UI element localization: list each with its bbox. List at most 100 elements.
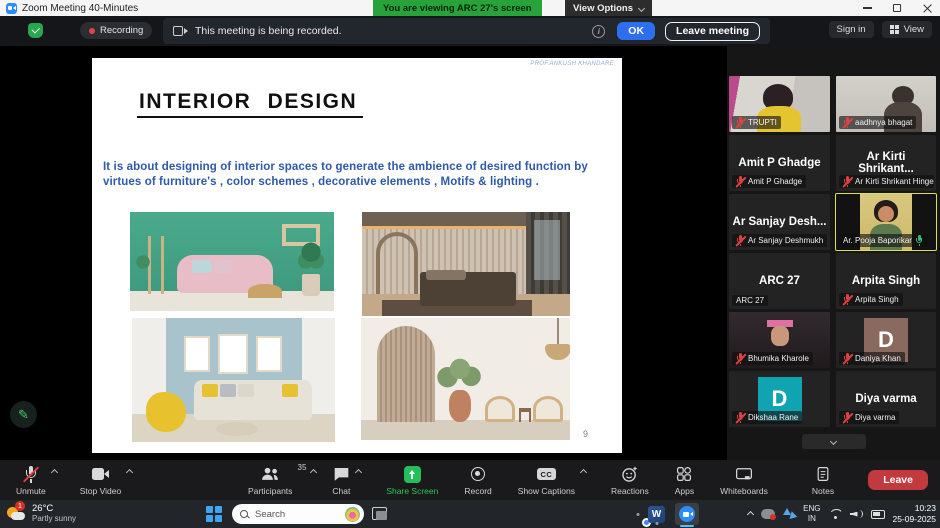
info-icon[interactable]: i [592,25,605,38]
hidden-icons-chevron-icon[interactable] [747,510,754,517]
recording-notice-bar: This meeting is being recorded. i OK Lea… [163,18,770,44]
slide-image-white-room [361,318,570,440]
word-app-button[interactable]: W [648,506,665,523]
weather-widget[interactable]: 1 26°C Partly sunny [6,503,76,524]
search-placeholder: Search [255,509,339,520]
chevron-down-icon [638,4,645,11]
apps-icon [676,466,692,482]
unmute-button[interactable]: Unmute [16,465,46,496]
participant-tile-ar-sanjay[interactable]: Ar Sanjay Desh... Ar Sanjay Deshmukh [729,194,830,250]
muted-mic-icon [843,412,852,423]
participant-name: Amit P Ghadge [748,177,802,186]
system-tray: ENGIN 10:23 25-09-2025 [748,500,936,528]
mic-on-icon [915,235,924,246]
recording-dot-icon [89,28,95,34]
recording-notice-text: This meeting is being recorded. [195,25,342,37]
participant-name: aadhnya bhagat [855,118,912,127]
show-captions-button[interactable]: CC Show Captions [518,465,575,496]
chat-options-chevron-icon[interactable] [355,469,362,476]
tray-recording-icon[interactable] [761,509,775,519]
notes-label: Notes [812,486,834,496]
annotate-pencil-button[interactable]: ✎ [10,401,37,428]
participant-tile-aadhnya-bhagat[interactable]: aadhnya bhagat [836,76,936,132]
participant-tile-ar-pooja-active-speaker[interactable]: Ar. Pooja Baporikar [836,194,936,250]
participant-tile-dikshaa-rane[interactable]: D Dikshaa Rane [729,371,830,427]
clock-widget[interactable]: 10:23 25-09-2025 [893,503,936,524]
captions-options-chevron-icon[interactable] [580,469,587,476]
slide-body-text: It is about designing of interior spaces… [103,160,613,191]
participants-options-chevron-icon[interactable] [310,469,317,476]
participants-label: Participants [248,486,292,496]
notes-icon [816,466,830,482]
more-participants-button[interactable] [802,434,866,449]
pencil-icon: ✎ [18,407,29,423]
participant-tile-trupti[interactable]: TRUPTI [729,76,830,132]
sign-in-button[interactable]: Sign in [829,21,874,38]
zoom-meeting-window: Zoom Meeting 40-Minutes You are viewing … [0,0,940,528]
search-highlight-icon[interactable] [345,507,360,522]
leave-button[interactable]: Leave [868,470,928,490]
chat-button[interactable]: Chat [332,465,350,496]
participant-tile-bhumika-kharole[interactable]: Bhumika Kharole [729,312,830,368]
leave-meeting-button[interactable]: Leave meeting [665,22,760,41]
task-view-button[interactable] [372,507,387,520]
view-label: View [904,24,924,35]
presentation-slide: PROF.ANKUSH KHANDARE INTERIOR DESIGN It … [92,58,622,453]
muted-mic-icon [736,412,745,423]
stop-video-button[interactable]: Stop Video [80,465,121,496]
participant-tile-diya-varma[interactable]: Diya varma Diya varma [836,371,936,427]
speaker-icon[interactable] [850,509,863,519]
muted-mic-icon [843,353,852,364]
zoom-app-button[interactable] [675,503,699,525]
whiteboards-button[interactable]: Whiteboards [720,465,768,496]
participant-name: Ar. Pooja Baporikar [843,236,912,245]
window-titlebar: Zoom Meeting 40-Minutes You are viewing … [0,0,940,16]
slide-page-number: 9 [583,429,588,439]
reactions-button[interactable]: Reactions [611,465,649,496]
apps-button[interactable]: Apps [675,465,694,496]
active-app-indicator [680,525,694,527]
participant-tile-daniya-khan[interactable]: D Daniya Khan [836,312,936,368]
close-button[interactable] [912,0,940,16]
view-options-label: View Options [573,3,633,14]
meeting-header: Recording This meeting is being recorded… [0,16,940,46]
muted-mic-icon [736,353,745,364]
view-options-button[interactable]: View Options [565,0,652,16]
tray-location-icon[interactable] [783,508,795,520]
participants-count: 35 [298,463,307,472]
slide-image-green-living-room [130,212,334,311]
participant-tile-ar-kirti[interactable]: Ar Kirti Shrikant... Ar Kirti Shrikant H… [836,135,936,191]
view-button[interactable]: View [882,21,932,38]
close-icon [923,4,932,13]
participant-tile-arc-27[interactable]: ARC 27 ARC 27 [729,253,830,309]
participants-sidebar: TRUPTI aadhnya bhagat Amit P Ghadge Amit… [727,46,940,460]
chevron-down-icon [830,438,837,445]
zoom-logo-icon [6,3,17,14]
minimize-button[interactable] [852,0,882,16]
word-icon: W [648,506,665,523]
start-button[interactable] [206,506,222,522]
slide-image-bedroom [362,212,570,316]
participant-tile-arpita-singh[interactable]: Arpita Singh Arpita Singh [836,253,936,309]
record-button[interactable]: Record [464,465,491,496]
recording-indicator: Recording [80,22,152,39]
participants-button[interactable]: 35 Participants [248,465,292,496]
reactions-smiley-icon [621,466,638,483]
battery-icon[interactable] [871,510,885,519]
search-input[interactable]: Search [232,504,364,524]
muted-mic-icon [736,176,745,187]
unmute-label: Unmute [16,486,46,496]
participant-name: Diya varma [855,413,895,422]
participant-tile-amit-p-ghadge[interactable]: Amit P Ghadge Amit P Ghadge [729,135,830,191]
notes-button[interactable]: Notes [812,465,834,496]
meeting-security-shield-icon[interactable] [28,23,43,38]
maximize-button[interactable] [882,0,912,16]
language-switcher[interactable]: ENGIN [803,504,820,523]
mic-options-chevron-icon[interactable] [51,469,58,476]
windows-taskbar: 1 26°C Partly sunny Search W [0,500,940,528]
share-screen-button[interactable]: Share Screen [386,465,438,496]
wifi-icon[interactable] [829,509,842,519]
video-options-chevron-icon[interactable] [126,469,133,476]
zoom-icon [679,506,695,522]
ok-button[interactable]: OK [617,22,655,40]
